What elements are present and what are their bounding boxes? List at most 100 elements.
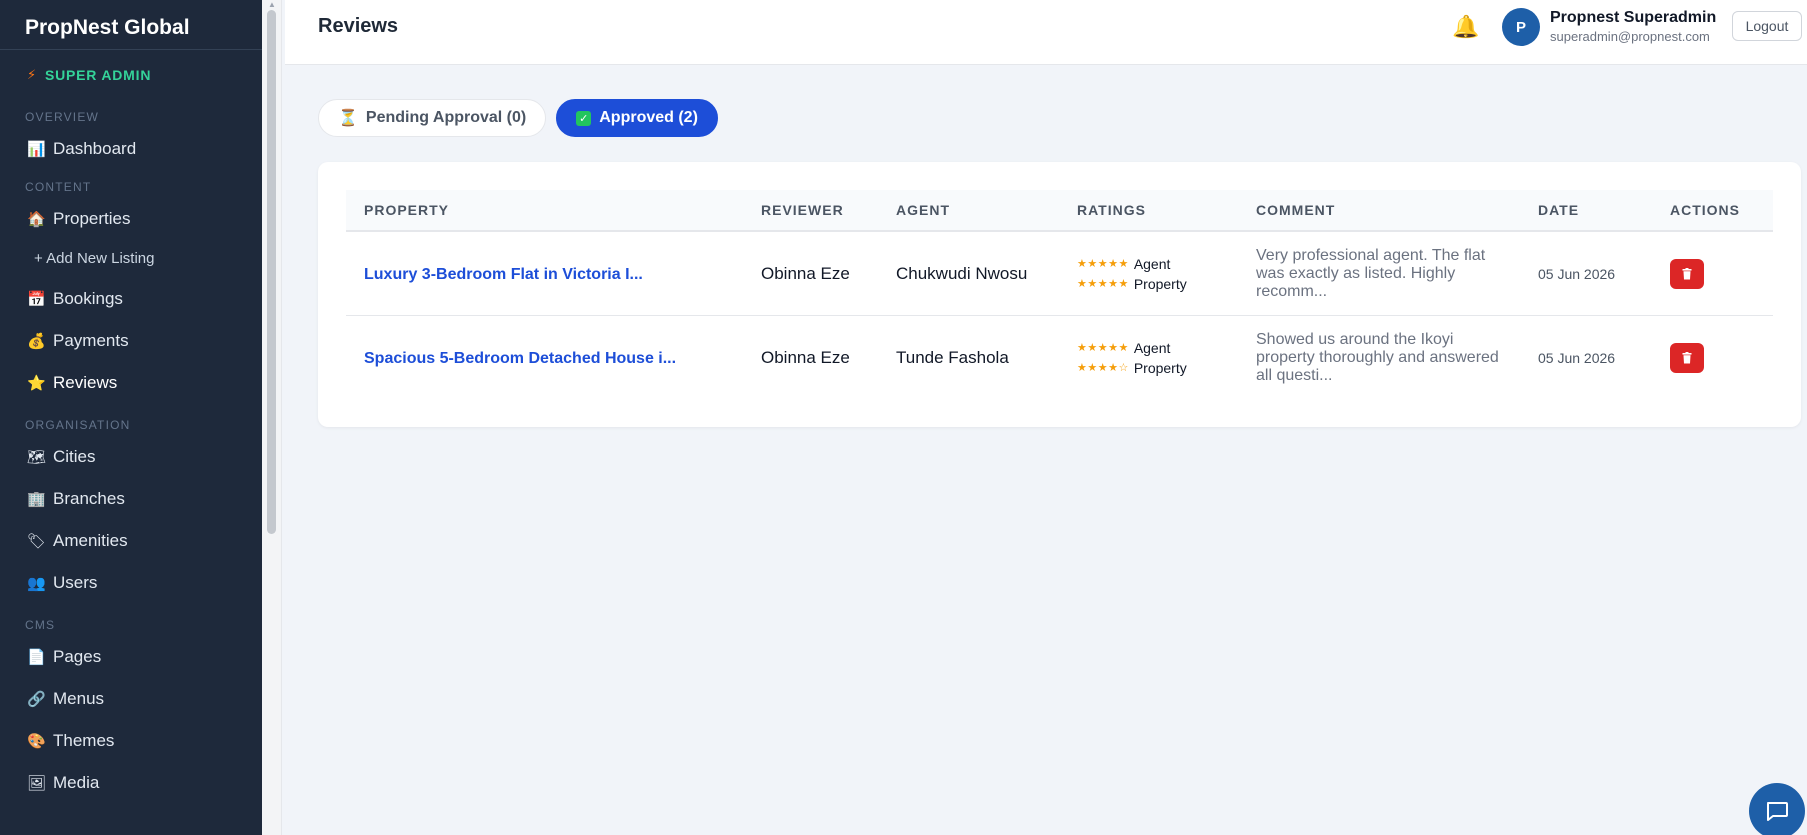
role-badge: ⚡ SUPER ADMIN bbox=[0, 50, 262, 90]
sidebar-item-label: Cities bbox=[53, 447, 96, 466]
hourglass-icon: ⏳ bbox=[338, 110, 358, 127]
page-title: Reviews bbox=[318, 15, 399, 37]
calendar-icon: 📅 bbox=[27, 291, 46, 308]
property-link[interactable]: Luxury 3-Bedroom Flat in Victoria I... bbox=[364, 266, 643, 283]
agent-name: Chukwudi Nwosu bbox=[896, 263, 1028, 283]
bell-icon[interactable]: 🔔 bbox=[1452, 14, 1479, 40]
section-overview: OVERVIEW bbox=[25, 110, 100, 124]
sidebar-item-media[interactable]: 🖼 Media bbox=[0, 762, 262, 804]
image-icon: 🖼 bbox=[27, 775, 47, 792]
column-header-date[interactable]: DATE bbox=[1520, 202, 1652, 218]
sidebar: PropNest Global ⚡ SUPER ADMIN OVERVIEW 📊… bbox=[0, 0, 262, 835]
section-content: CONTENT bbox=[25, 180, 92, 194]
sidebar-item-dashboard[interactable]: 📊 Dashboard bbox=[0, 128, 262, 170]
trash-icon bbox=[1682, 267, 1692, 279]
sidebar-item-reviews[interactable]: ⭐ Reviews bbox=[0, 362, 262, 404]
logout-button[interactable]: Logout bbox=[1732, 11, 1802, 41]
column-header-comment[interactable]: COMMENT bbox=[1238, 202, 1520, 218]
building-icon: 🏢 bbox=[27, 491, 46, 508]
avatar[interactable]: P bbox=[1502, 8, 1540, 46]
review-comment: Very professional agent. The flat was ex… bbox=[1256, 246, 1486, 300]
sidebar-item-label: Media bbox=[53, 773, 100, 792]
top-header: Reviews 🔔 P Propnest Superadmin superadm… bbox=[285, 0, 1807, 65]
tab-label: Approved (2) bbox=[599, 109, 698, 126]
section-cms: CMS bbox=[25, 618, 56, 632]
sidebar-item-label: Bookings bbox=[53, 289, 123, 308]
scrollbar-thumb[interactable] bbox=[267, 10, 276, 534]
sidebar-item-menus[interactable]: 🔗 Menus bbox=[0, 678, 262, 720]
table-row: Spacious 5-Bedroom Detached House i... O… bbox=[346, 316, 1773, 400]
sidebar-item-branches[interactable]: 🏢 Branches bbox=[0, 478, 262, 520]
chart-icon: 📊 bbox=[27, 141, 46, 158]
agent-rating-stars: ★★★★★ bbox=[1077, 342, 1129, 354]
sidebar-item-label: Menus bbox=[53, 689, 105, 708]
column-header-actions: ACTIONS bbox=[1670, 202, 1740, 218]
chat-button[interactable] bbox=[1749, 783, 1805, 835]
column-header-agent[interactable]: AGENT bbox=[878, 202, 1059, 218]
agent-rating-label: Agent bbox=[1133, 255, 1171, 272]
scroll-up-arrow-icon[interactable]: ▲ bbox=[268, 0, 276, 9]
reviewer-name: Obinna Eze bbox=[761, 348, 850, 367]
tab-approved[interactable]: ✓ Approved (2) bbox=[556, 99, 718, 137]
sidebar-item-label: Properties bbox=[53, 209, 131, 228]
money-bag-icon: 💰 bbox=[27, 333, 46, 350]
review-status-tabs: ⏳ Pending Approval (0) ✓ Approved (2) bbox=[318, 99, 718, 137]
star-icon: ⭐ bbox=[27, 375, 46, 392]
sidebar-item-label: Reviews bbox=[53, 373, 118, 392]
agent-name: Tunde Fashola bbox=[896, 348, 1009, 367]
house-icon: 🏠 bbox=[27, 211, 46, 228]
map-icon: 🗺 bbox=[27, 449, 47, 466]
property-rating-stars: ★★★★☆ bbox=[1077, 362, 1129, 374]
agent-rating-stars: ★★★★★ bbox=[1077, 257, 1129, 270]
sidebar-item-label: Themes bbox=[53, 731, 115, 750]
delete-review-button[interactable] bbox=[1670, 258, 1704, 289]
delete-review-button[interactable] bbox=[1670, 343, 1704, 373]
chat-bubble-icon bbox=[1767, 802, 1788, 821]
column-header-reviewer[interactable]: REVIEWER bbox=[743, 202, 878, 218]
sidebar-item-bookings[interactable]: 📅 Bookings bbox=[0, 278, 262, 320]
users-icon: 👥 bbox=[27, 575, 46, 592]
ratings-cell: ★★★★★ Agent ★★★★☆ Property bbox=[1059, 338, 1238, 378]
sidebar-item-add-new-listing[interactable]: + Add New Listing bbox=[0, 240, 262, 278]
sidebar-item-label: Amenities bbox=[53, 531, 128, 550]
review-comment: Showed us around the Ikoyi property thor… bbox=[1256, 331, 1499, 384]
sidebar-item-label: Pages bbox=[53, 647, 102, 666]
sidebar-item-pages[interactable]: 📄 Pages bbox=[0, 636, 262, 678]
property-link[interactable]: Spacious 5-Bedroom Detached House i... bbox=[364, 350, 676, 367]
table-row: Luxury 3-Bedroom Flat in Victoria I... O… bbox=[346, 232, 1773, 316]
property-rating-label: Property bbox=[1133, 275, 1187, 292]
sidebar-item-label: Branches bbox=[53, 489, 125, 508]
sidebar-item-amenities[interactable]: 🏷 Amenities bbox=[0, 520, 262, 562]
link-icon: 🔗 bbox=[27, 691, 46, 708]
column-header-property[interactable]: PROPERTY bbox=[346, 202, 743, 218]
sidebar-scrollbar[interactable]: ▲ bbox=[262, 0, 282, 835]
tab-label: Pending Approval (0) bbox=[365, 109, 527, 126]
sidebar-item-properties[interactable]: 🏠 Properties bbox=[0, 198, 262, 240]
reviewer-name: Obinna Eze bbox=[761, 263, 850, 283]
tab-pending-approval[interactable]: ⏳ Pending Approval (0) bbox=[318, 99, 547, 137]
user-name: Propnest Superadmin bbox=[1550, 9, 1717, 26]
agent-rating-label: Agent bbox=[1133, 340, 1171, 356]
column-header-ratings[interactable]: RATINGS bbox=[1059, 202, 1238, 218]
sidebar-item-label: Users bbox=[53, 573, 98, 592]
sidebar-item-payments[interactable]: 💰 Payments bbox=[0, 320, 262, 362]
property-rating-label: Property bbox=[1133, 360, 1187, 376]
section-organisation: ORGANISATION bbox=[25, 418, 131, 432]
checkmark-icon: ✓ bbox=[576, 110, 592, 126]
review-date: 05 Jun 2026 bbox=[1538, 265, 1616, 282]
sidebar-item-themes[interactable]: 🎨 Themes bbox=[0, 720, 262, 762]
table-header: PROPERTY REVIEWER AGENT RATINGS COMMENT … bbox=[346, 190, 1773, 232]
reviews-card: PROPERTY REVIEWER AGENT RATINGS COMMENT … bbox=[318, 162, 1801, 427]
tag-icon: 🏷 bbox=[27, 533, 47, 550]
sidebar-item-cities[interactable]: 🗺 Cities bbox=[0, 436, 262, 478]
reviews-table: PROPERTY REVIEWER AGENT RATINGS COMMENT … bbox=[346, 190, 1773, 400]
role-label: SUPER ADMIN bbox=[44, 66, 152, 83]
bolt-icon: ⚡ bbox=[27, 66, 37, 82]
review-date: 05 Jun 2026 bbox=[1538, 350, 1616, 366]
brand-logo[interactable]: PropNest Global bbox=[0, 0, 262, 50]
user-email: superadmin@propnest.com bbox=[1550, 29, 1710, 44]
palette-icon: 🎨 bbox=[27, 733, 46, 750]
trash-icon bbox=[1682, 352, 1692, 364]
ratings-cell: ★★★★★ Agent ★★★★★ Property bbox=[1059, 254, 1238, 294]
sidebar-item-users[interactable]: 👥 Users bbox=[0, 562, 262, 604]
